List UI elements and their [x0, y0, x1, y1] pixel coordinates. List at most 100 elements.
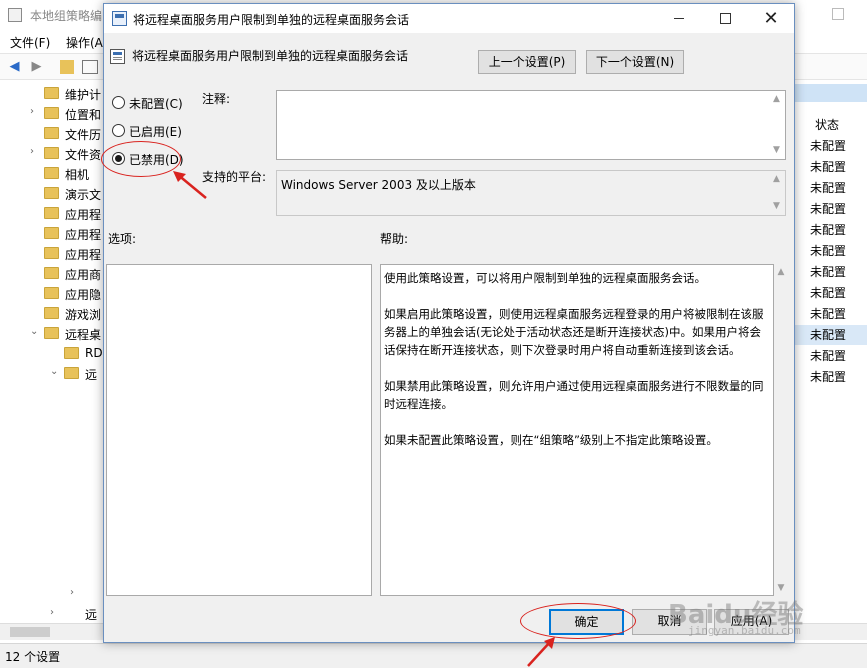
status-cell[interactable]: 未配置 — [810, 347, 846, 364]
tree-item-label[interactable]: 演示文 — [65, 186, 101, 203]
tree-item[interactable]: 应用程 — [0, 204, 104, 224]
radio-button[interactable] — [112, 124, 125, 137]
tree-item-label[interactable]: 文件资 — [65, 146, 101, 163]
tree-item-label[interactable]: 相机 — [65, 166, 89, 183]
status-cell[interactable]: 未配置 — [810, 221, 846, 238]
options-label: 选项: — [108, 232, 137, 246]
tree-item-label[interactable]: 游戏浏 — [65, 306, 101, 323]
folder-icon — [44, 87, 59, 99]
scroll-down-icon[interactable]: ▼ — [768, 142, 785, 159]
tree-item-label[interactable]: 应用程 — [65, 226, 101, 243]
tree-item[interactable]: 演示文 — [0, 184, 104, 204]
tree-item-label[interactable]: 应用商 — [65, 266, 101, 283]
radio-button[interactable] — [112, 96, 125, 109]
annotation-arrow-disabled — [173, 171, 207, 199]
scroll-up-icon[interactable]: ▲ — [774, 264, 788, 280]
tree-item[interactable]: 应用程 — [0, 224, 104, 244]
status-cell[interactable]: 未配置 — [810, 263, 846, 280]
platform-scrollbar[interactable]: ▲ ▼ — [768, 171, 785, 215]
tree-item[interactable]: ⌄ 远 — [0, 364, 104, 384]
details-header-band — [795, 84, 867, 102]
tree-item-label[interactable]: 远 — [85, 366, 97, 383]
tree-item-label[interactable]: 文件历 — [65, 126, 101, 143]
status-cell[interactable]: 未配置 — [810, 305, 846, 322]
folder-icon — [64, 347, 79, 359]
editor-maximize-button[interactable] — [832, 8, 844, 20]
platform-value: Windows Server 2003 及以上版本 — [281, 178, 476, 192]
next-setting-button[interactable]: 下一个设置(N) — [586, 50, 684, 74]
tree-item-label[interactable]: 应用程 — [65, 246, 101, 263]
policy-setting-icon — [110, 49, 125, 64]
status-cell[interactable]: 未配置 — [810, 284, 846, 301]
tree-item[interactable]: 文件历 — [0, 124, 104, 144]
tree-item-label[interactable]: 位置和 — [65, 106, 101, 123]
expand-chevron-icon[interactable]: › — [70, 587, 74, 598]
expand-chevron-icon[interactable]: › — [30, 106, 40, 117]
status-cell[interactable]: 未配置 — [810, 326, 846, 343]
expand-chevron-icon[interactable]: › — [30, 146, 40, 157]
expand-chevron-icon[interactable]: ⌄ — [30, 326, 40, 337]
show-hide-tree-icon[interactable] — [82, 60, 98, 74]
radio-label[interactable]: 未配置(C) — [129, 95, 183, 112]
comment-textarea[interactable]: ▲ ▼ — [276, 90, 786, 160]
tree-item-label[interactable]: 远程桌 — [65, 326, 101, 343]
policy-setting-dialog: 将远程桌面服务用户限制到单独的远程桌面服务会话 ✕ 将远程桌面服务用户限制到单独… — [103, 3, 795, 643]
forward-arrow-icon[interactable]: ▶ — [28, 59, 45, 75]
radio-label[interactable]: 已启用(E) — [129, 123, 182, 140]
comment-label: 注释: — [202, 92, 231, 106]
editor-app-icon — [8, 8, 22, 22]
tree-item[interactable]: › 位置和 — [0, 104, 104, 124]
policy-icon — [112, 11, 127, 26]
menu-file[interactable]: 文件(F) — [10, 34, 50, 51]
scroll-up-icon[interactable]: ▲ — [768, 171, 785, 188]
help-paragraph: 如果未配置此策略设置，则在“组策略”级别上不指定此策略设置。 — [384, 433, 718, 447]
minimize-button[interactable] — [656, 4, 702, 33]
scroll-up-icon[interactable]: ▲ — [768, 91, 785, 108]
tree-item[interactable]: ⌄ 远程桌 — [0, 324, 104, 344]
previous-setting-button[interactable]: 上一个设置(P) — [478, 50, 576, 74]
status-cell[interactable]: 未配置 — [810, 242, 846, 259]
tree-item-label[interactable]: 应用程 — [65, 206, 101, 223]
tree-item[interactable]: 应用程 — [0, 244, 104, 264]
tree-item[interactable]: 应用商 — [0, 264, 104, 284]
comment-scrollbar[interactable]: ▲ ▼ — [768, 91, 785, 159]
help-paragraph: 使用此策略设置，可以将用户限制到单独的远程桌面服务会话。 — [384, 271, 706, 285]
status-cell[interactable]: 未配置 — [810, 137, 846, 154]
expand-chevron-icon[interactable]: ⌄ — [50, 366, 60, 377]
help-scrollbar[interactable]: ▲ ▼ — [774, 264, 788, 596]
status-cell[interactable]: 未配置 — [810, 179, 846, 196]
folder-icon — [44, 147, 59, 159]
status-cell[interactable]: 未配置 — [810, 200, 846, 217]
tree-item[interactable]: › 文件资 — [0, 144, 104, 164]
folder-icon — [44, 227, 59, 239]
back-arrow-icon[interactable]: ◀ — [6, 59, 23, 75]
scroll-down-icon[interactable]: ▼ — [768, 198, 785, 215]
close-icon: ✕ — [763, 8, 779, 29]
tree-item[interactable]: 游戏浏 — [0, 304, 104, 324]
platform-label: 支持的平台: — [202, 170, 267, 184]
tree-item-label[interactable]: 远 — [85, 606, 97, 623]
status-cell[interactable]: 未配置 — [810, 158, 846, 175]
scrollbar-thumb[interactable] — [10, 627, 50, 637]
folder-icon — [44, 167, 59, 179]
expand-chevron-icon[interactable]: › — [50, 607, 54, 618]
folder-icon — [44, 267, 59, 279]
close-button[interactable]: ✕ — [748, 4, 794, 33]
help-paragraph: 如果禁用此策略设置，则允许用户通过使用远程桌面服务进行不限数量的同时远程连接。 — [384, 379, 764, 411]
tree-item[interactable]: 维护计 — [0, 84, 104, 104]
help-panel: 使用此策略设置，可以将用户限制到单独的远程桌面服务会话。 如果启用此策略设置，则… — [380, 264, 774, 596]
tree-item[interactable]: RD — [0, 344, 104, 364]
tree-item[interactable]: 相机 — [0, 164, 104, 184]
status-cell[interactable]: 未配置 — [810, 368, 846, 385]
dialog-title: 将远程桌面服务用户限制到单独的远程桌面服务会话 — [133, 13, 410, 27]
menu-action[interactable]: 操作(A — [66, 34, 103, 51]
tree-item[interactable]: 应用隐 — [0, 284, 104, 304]
tree-item-label[interactable]: 维护计 — [65, 86, 101, 103]
folder-icon — [44, 307, 59, 319]
maximize-button[interactable] — [702, 4, 748, 33]
status-column-header[interactable]: 状态 — [815, 116, 839, 133]
tree-item-label[interactable]: 应用隐 — [65, 286, 101, 303]
tree-item-label[interactable]: RD — [85, 346, 103, 360]
help-paragraph: 如果启用此策略设置，则使用远程桌面服务远程登录的用户将被限制在该服务器上的单独会… — [384, 307, 764, 357]
up-folder-icon[interactable] — [60, 60, 74, 74]
